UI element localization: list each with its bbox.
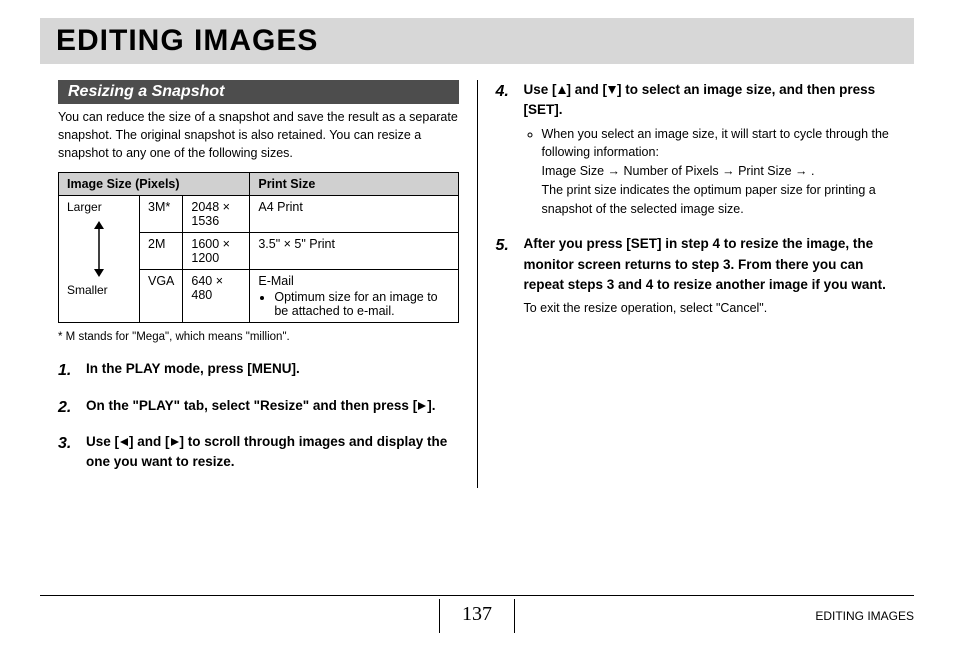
step-text: In the PLAY mode, press [MENU]. — [86, 361, 300, 376]
triangle-down-icon — [607, 85, 617, 95]
step-3: Use [] and [] to scroll through images a… — [58, 432, 459, 473]
cell-pixels: 1600 × 1200 — [183, 233, 250, 270]
scale-indicator: Larger Smaller — [59, 196, 140, 323]
cell-label: VGA — [140, 270, 183, 323]
header-print-size: Print Size — [250, 173, 458, 196]
step-5: After you press [SET] in step 4 to resiz… — [496, 234, 897, 318]
step-text: After you press [SET] in step 4 to resiz… — [524, 236, 886, 292]
step-4: Use [] and [] to select an image size, a… — [496, 80, 897, 218]
step-sub-text: The print size indicates the optimum pap… — [542, 183, 876, 216]
right-column: Use [] and [] to select an image size, a… — [478, 80, 915, 488]
footer-label: EDITING IMAGES — [815, 609, 914, 623]
footer: 137 EDITING IMAGES — [40, 595, 914, 636]
scale-larger: Larger — [67, 200, 102, 214]
page-number: 137 — [439, 599, 515, 633]
step-sub: When you select an image size, it will s… — [524, 125, 897, 219]
step-1: In the PLAY mode, press [MENU]. — [58, 359, 459, 379]
step-sub-flow: Image Size → Number of Pixels → Print Si… — [542, 164, 815, 178]
cell-pixels: 2048 × 1536 — [183, 196, 250, 233]
cell-print: A4 Print — [250, 196, 458, 233]
cell-label: 3M* — [140, 196, 183, 233]
header-image-size: Image Size (Pixels) — [59, 173, 250, 196]
section-heading: Resizing a Snapshot — [58, 80, 459, 104]
step-text: Use [] and [] to select an image size, a… — [524, 82, 876, 117]
page-title-bar: EDITING IMAGES — [40, 18, 914, 64]
triangle-left-icon — [119, 437, 129, 447]
step-text: Use [] and [] to scroll through images a… — [86, 434, 447, 469]
cell-print-title: E-Mail — [258, 274, 293, 288]
triangle-right-icon — [417, 401, 427, 411]
cell-print-note: Optimum size for an image to be attached… — [274, 290, 449, 318]
size-table: Image Size (Pixels) Print Size Larger — [58, 172, 459, 323]
triangle-right-icon — [170, 437, 180, 447]
triangle-up-icon — [557, 85, 567, 95]
cell-pixels: 640 × 480 — [183, 270, 250, 323]
page-title: EDITING IMAGES — [56, 24, 898, 58]
footnote: * M stands for "Mega", which means "mill… — [58, 331, 459, 343]
left-column: Resizing a Snapshot You can reduce the s… — [40, 80, 478, 488]
step-sub-bullet: When you select an image size, it will s… — [542, 125, 897, 219]
scale-smaller: Smaller — [67, 283, 108, 297]
step-sub: To exit the resize operation, select "Ca… — [524, 299, 897, 318]
cell-print: 3.5" × 5" Print — [250, 233, 458, 270]
intro-text: You can reduce the size of a snapshot an… — [58, 108, 459, 162]
cell-print: E-Mail Optimum size for an image to be a… — [250, 270, 458, 323]
step-text: On the "PLAY" tab, select "Resize" and t… — [86, 398, 435, 413]
steps-left: In the PLAY mode, press [MENU]. On the "… — [58, 359, 459, 472]
step-2: On the "PLAY" tab, select "Resize" and t… — [58, 396, 459, 416]
double-arrow-icon — [93, 221, 105, 277]
steps-right: Use [] and [] to select an image size, a… — [496, 80, 897, 318]
cell-label: 2M — [140, 233, 183, 270]
table-row: Larger Smaller 3M* 2048 × 1536 A4 Print — [59, 196, 459, 233]
